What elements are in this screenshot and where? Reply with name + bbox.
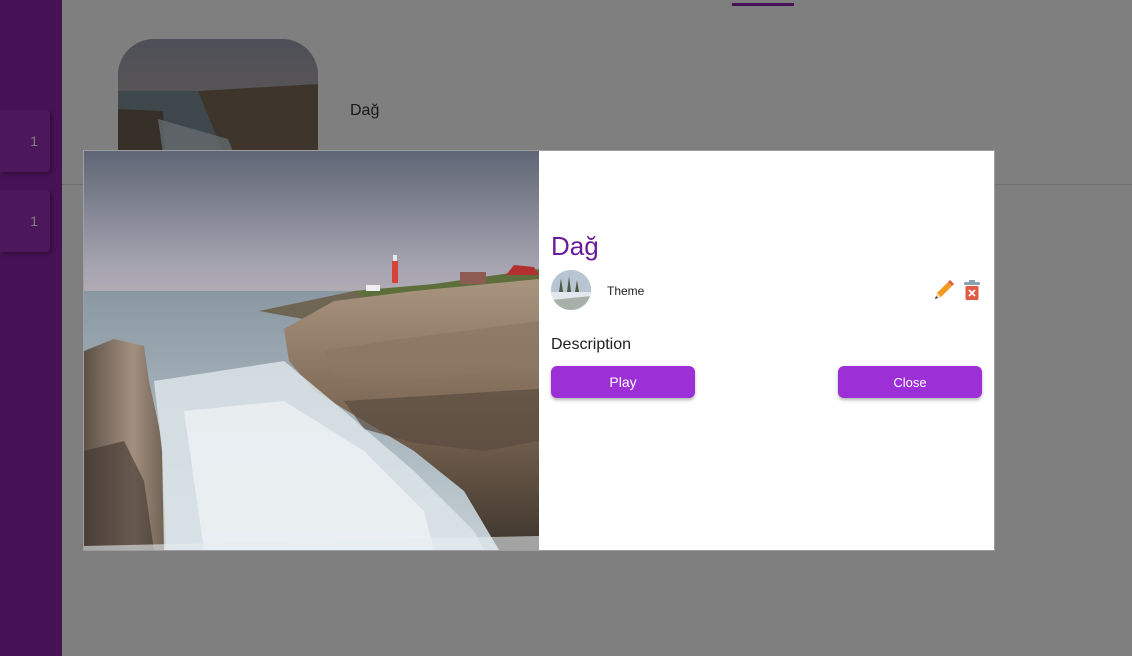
theme-avatar xyxy=(551,270,591,310)
lighthouse-shape xyxy=(392,261,398,283)
play-button[interactable]: Play xyxy=(551,366,695,398)
details-dialog: Dağ Theme Description Play Close xyxy=(83,150,995,551)
dialog-cover-image xyxy=(84,151,539,550)
close-button[interactable]: Close xyxy=(838,366,982,398)
description-label: Description xyxy=(551,336,632,353)
coastal-cliff-image xyxy=(84,151,539,550)
trash-icon xyxy=(964,280,980,300)
theme-label: Theme xyxy=(607,284,645,298)
dialog-body: Dağ Theme Description Play Close xyxy=(551,151,983,550)
pencil-icon xyxy=(935,280,954,299)
edit-button[interactable] xyxy=(933,279,955,301)
theme-image xyxy=(551,270,591,310)
delete-button[interactable] xyxy=(961,279,983,301)
dialog-title: Dağ xyxy=(551,231,599,261)
